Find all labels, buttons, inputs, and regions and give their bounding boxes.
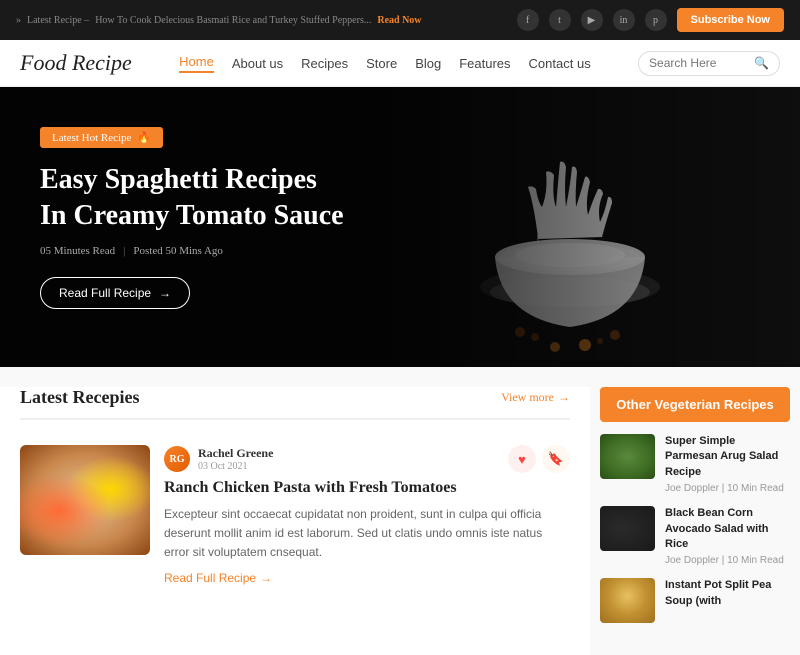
linkedin-icon[interactable]: in (613, 9, 635, 31)
recipe-author-row: RG Rachel Greene 03 Oct 2021 ♥ 🔖 (164, 445, 570, 473)
sidebar-item: Instant Pot Split Pea Soup (with (600, 578, 790, 623)
sidebar-item-title: Instant Pot Split Pea Soup (with (665, 578, 790, 609)
sidebar-item-meta: Joe Doppler | 10 Min Read (665, 555, 790, 566)
nav-contact[interactable]: Contact us (529, 56, 591, 71)
badge-text: Latest Hot Recipe (52, 132, 131, 144)
section-header: Latest Recepies View more → (20, 387, 570, 420)
nav-about[interactable]: About us (232, 56, 283, 71)
header: Food Recipe Home About us Recipes Store … (0, 40, 800, 87)
sidebar-item-info: Instant Pot Split Pea Soup (with (665, 578, 790, 612)
sidebar-thumb-2 (600, 506, 655, 551)
sidebar-item-info: Black Bean Corn Avocado Salad with Rice … (665, 506, 790, 566)
section-title: Latest Recepies (20, 387, 139, 408)
view-more-link[interactable]: View more → (501, 390, 570, 405)
meta-divider: | (123, 245, 125, 257)
nav-store[interactable]: Store (366, 56, 397, 71)
pinterest-icon[interactable]: p (645, 9, 667, 31)
top-bar-right: f t ▶ in p Subscribe Now (517, 8, 784, 32)
facebook-icon[interactable]: f (517, 9, 539, 31)
posted-time: Posted 50 Mins Ago (133, 245, 223, 257)
read-time: 05 Minutes Read (40, 245, 115, 257)
ticker-prefix: Latest Recipe – (27, 15, 89, 26)
hero-title: Easy Spaghetti Recipes In Creamy Tomato … (40, 162, 420, 235)
recipe-description: Excepteur sint occaecat cupidatat non pr… (164, 505, 570, 563)
read-now-link[interactable]: Read Now (377, 15, 421, 26)
sidebar-item: Super Simple Parmesan Arug Salad Recipe … (600, 434, 790, 494)
nav-blog[interactable]: Blog (415, 56, 441, 71)
sidebar-header: Other Vegeterian Recipes (600, 387, 790, 422)
hero-section: Latest Hot Recipe 🔥 Easy Spaghetti Recip… (0, 87, 800, 367)
ticker: Latest Recipe – How To Cook Delecious Ba… (27, 15, 422, 26)
arrow-right-icon: → (558, 390, 570, 405)
recipe-thumbnail (20, 445, 150, 555)
nav-features[interactable]: Features (459, 56, 510, 71)
recipe-info: RG Rachel Greene 03 Oct 2021 ♥ 🔖 Ranch C… (164, 445, 570, 587)
sidebar-item-info: Super Simple Parmesan Arug Salad Recipe … (665, 434, 790, 494)
search-input[interactable] (649, 56, 749, 70)
search-box: 🔍 (638, 51, 780, 76)
recipe-actions: ♥ 🔖 (508, 445, 570, 473)
recipe-title: Ranch Chicken Pasta with Fresh Tomatoes (164, 479, 570, 497)
arrow-icon: → (260, 571, 272, 585)
logo: Food Recipe (20, 50, 132, 76)
hero-content: Latest Hot Recipe 🔥 Easy Spaghetti Recip… (0, 87, 800, 349)
sidebar-item-meta: Joe Doppler | 10 Min Read (665, 483, 790, 494)
double-arrow-icon: » (16, 15, 21, 26)
sidebar-thumb-1 (600, 434, 655, 479)
author-name: Rachel Greene (198, 446, 273, 461)
hero-meta: 05 Minutes Read | Posted 50 Mins Ago (40, 245, 760, 257)
recipe-card: RG Rachel Greene 03 Oct 2021 ♥ 🔖 Ranch C… (20, 435, 570, 597)
search-icon: 🔍 (754, 56, 769, 71)
top-bar-left: » Latest Recipe – How To Cook Delecious … (16, 15, 422, 26)
content-section: Latest Recepies View more → RG Rachel Gr… (0, 367, 800, 655)
youtube-icon[interactable]: ▶ (581, 9, 603, 31)
sidebar-thumb-3 (600, 578, 655, 623)
latest-section: Latest Recepies View more → RG Rachel Gr… (0, 387, 590, 655)
nav-home[interactable]: Home (179, 54, 214, 73)
sidebar-item-title: Black Bean Corn Avocado Salad with Rice (665, 506, 790, 552)
subscribe-button[interactable]: Subscribe Now (677, 8, 784, 32)
author-details: Rachel Greene 03 Oct 2021 (198, 446, 273, 472)
heart-button[interactable]: ♥ (508, 445, 536, 473)
sidebar-item-title: Super Simple Parmesan Arug Salad Recipe (665, 434, 790, 480)
nav-recipes[interactable]: Recipes (301, 56, 348, 71)
author-date: 03 Oct 2021 (198, 461, 273, 472)
read-full-button[interactable]: Read Full Recipe → (40, 277, 190, 309)
top-bar: » Latest Recipe – How To Cook Delecious … (0, 0, 800, 40)
arrow-icon: → (159, 286, 171, 300)
ticker-text: How To Cook Delecious Basmati Rice and T… (95, 15, 371, 26)
bookmark-button[interactable]: 🔖 (542, 445, 570, 473)
read-more-link[interactable]: Read Full Recipe → (164, 571, 272, 585)
main-nav: Home About us Recipes Store Blog Feature… (179, 54, 591, 73)
fire-icon: 🔥 (137, 131, 151, 144)
author-left: RG Rachel Greene 03 Oct 2021 (164, 446, 273, 472)
sidebar-item: Black Bean Corn Avocado Salad with Rice … (600, 506, 790, 566)
hot-recipe-badge: Latest Hot Recipe 🔥 (40, 127, 163, 148)
twitter-icon[interactable]: t (549, 9, 571, 31)
sidebar: Other Vegeterian Recipes Super Simple Pa… (600, 387, 800, 655)
author-avatar: RG (164, 446, 190, 472)
